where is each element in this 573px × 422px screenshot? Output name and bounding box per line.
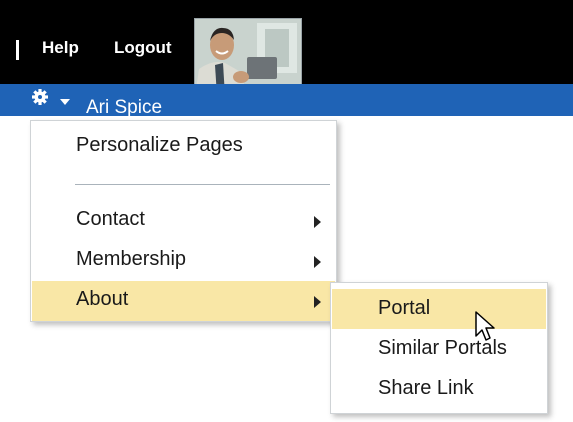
user-dropdown-menu: Personalize Pages Contact Membership Abo… xyxy=(30,120,337,322)
settings-menu-toggle[interactable] xyxy=(31,86,55,110)
gear-icon xyxy=(32,89,48,105)
menu-item-label: Membership xyxy=(76,248,187,270)
chevron-down-icon[interactable] xyxy=(59,98,71,106)
separator xyxy=(16,40,19,60)
submenu-item-share-link[interactable]: Share Link xyxy=(332,369,546,409)
menu-item-label: Personalize Pages xyxy=(76,134,243,156)
user-name[interactable]: Ari Spice xyxy=(86,97,162,119)
chevron-right-icon xyxy=(314,216,321,228)
submenu-item-portal[interactable]: Portal xyxy=(332,289,546,329)
about-submenu: Portal Similar Portals Share Link xyxy=(330,282,548,414)
logout-link[interactable]: Logout xyxy=(114,38,172,58)
mouse-pointer-icon xyxy=(475,311,495,341)
menu-divider xyxy=(75,184,330,185)
chevron-right-icon xyxy=(314,256,321,268)
help-link[interactable]: Help xyxy=(42,38,79,58)
menu-item-about[interactable]: About xyxy=(32,281,335,321)
submenu-item-label: Share Link xyxy=(378,377,474,399)
submenu-item-label: Portal xyxy=(378,297,431,319)
menu-item-label: About xyxy=(76,288,129,310)
menu-item-label: Contact xyxy=(76,208,145,230)
menu-item-personalize-pages[interactable]: Personalize Pages xyxy=(32,127,335,167)
chevron-right-icon xyxy=(314,296,321,308)
menu-item-membership[interactable]: Membership xyxy=(32,241,335,281)
submenu-item-similar-portals[interactable]: Similar Portals xyxy=(332,329,546,369)
menu-item-contact[interactable]: Contact xyxy=(32,201,335,241)
